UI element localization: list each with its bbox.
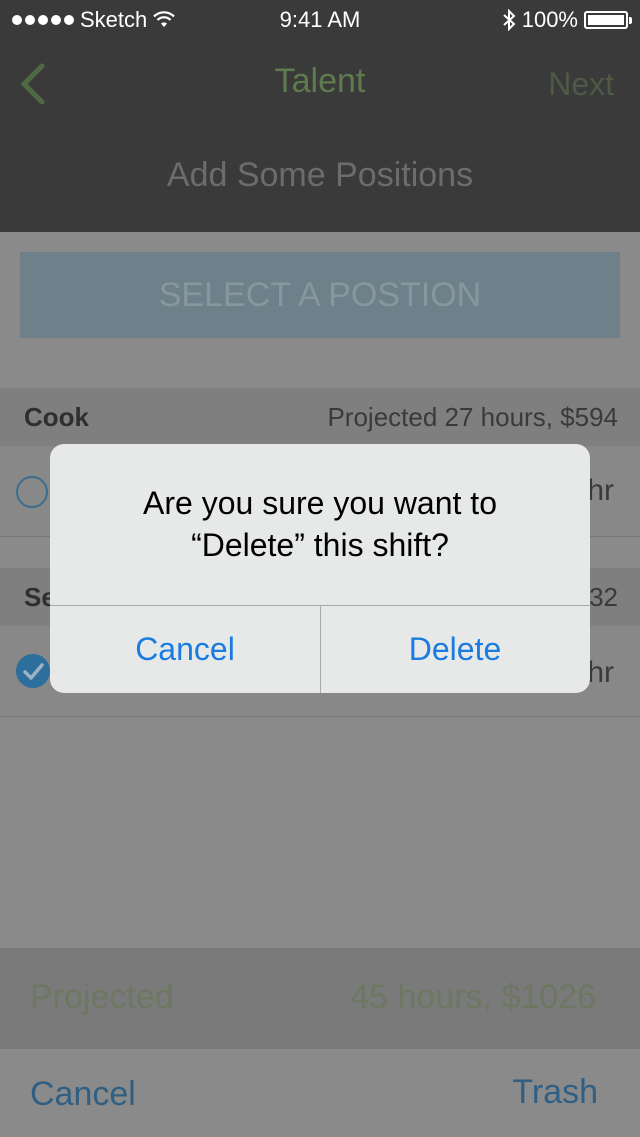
alert-message-line1: Are you sure you want to: [143, 485, 497, 521]
status-right: 100%: [502, 7, 632, 33]
section-projected: 32: [589, 582, 618, 612]
section-projected: Projected 27 hours, $594: [327, 402, 618, 432]
section-header-cook: Cook Projected 27 hours, $594: [0, 388, 640, 448]
delete-confirm-alert: Are you sure you want to “Delete” this s…: [50, 444, 590, 693]
checkmark-circle-icon[interactable]: [16, 654, 50, 688]
section-title: Cook: [24, 402, 89, 432]
cancel-button[interactable]: Cancel: [30, 1075, 136, 1114]
unchecked-circle-icon[interactable]: [16, 476, 48, 508]
battery-icon: [584, 11, 632, 29]
row-trailing-text: hr: [587, 474, 614, 507]
status-bar: Sketch 9:41 AM 100%: [0, 0, 640, 40]
bluetooth-icon: [503, 9, 516, 31]
battery-percent: 100%: [521, 7, 578, 32]
projected-label: Projected: [30, 978, 174, 1016]
alert-message-line2: “Delete” this shift?: [191, 527, 449, 563]
alert-delete-button[interactable]: Delete: [320, 606, 590, 693]
next-button[interactable]: Next: [548, 66, 614, 103]
projected-value: 45 hours, $1026: [350, 978, 596, 1016]
alert-cancel-button[interactable]: Cancel: [50, 606, 320, 693]
select-position-button[interactable]: SELECT A POSTION: [20, 252, 620, 338]
trash-button[interactable]: Trash: [512, 1073, 598, 1112]
row-trailing-text: hr: [587, 656, 614, 689]
nav-bar: Talent Next Add Some Positions: [0, 40, 640, 232]
bottom-toolbar: Cancel Trash: [0, 1048, 640, 1137]
projected-summary-bar: Projected 45 hours, $1026: [0, 948, 640, 1048]
alert-message: Are you sure you want to “Delete” this s…: [50, 482, 590, 566]
nav-subtitle: Add Some Positions: [166, 156, 474, 194]
nav-title: Talent: [274, 62, 366, 100]
